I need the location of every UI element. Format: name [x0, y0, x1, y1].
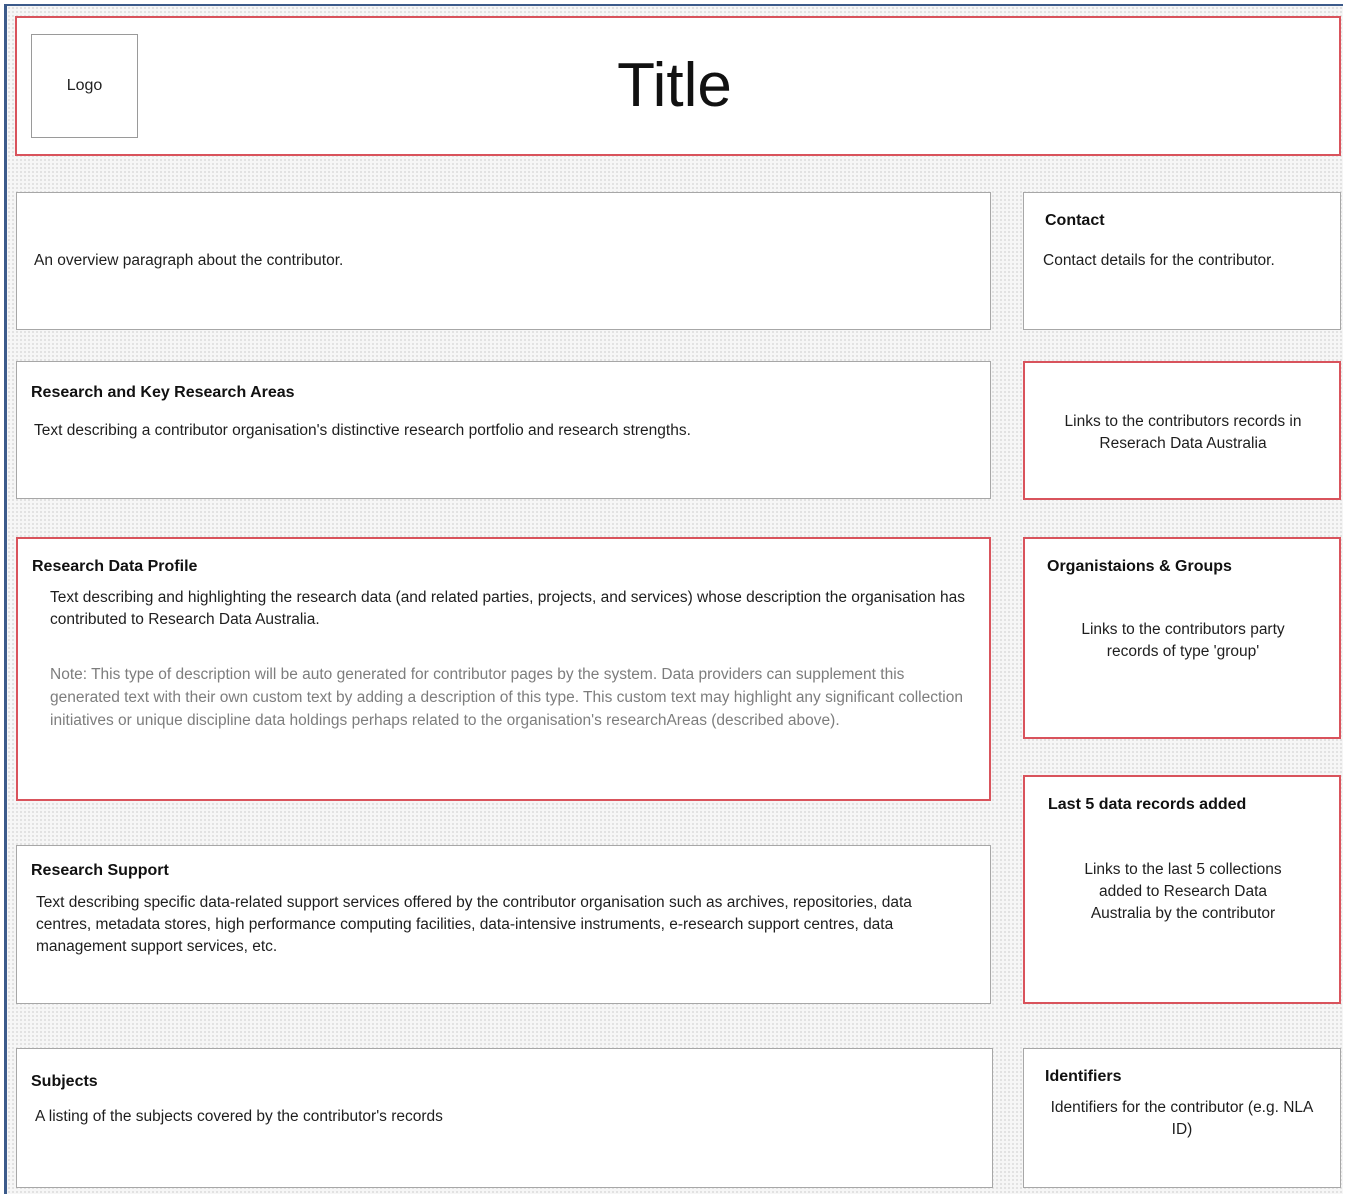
organisations-box: Organistaions & Groups Links to the cont… — [1023, 537, 1341, 739]
overview-box: An overview paragraph about the contribu… — [16, 192, 991, 330]
subjects-heading: Subjects — [31, 1073, 98, 1090]
organisations-heading: Organistaions & Groups — [1047, 558, 1232, 575]
data-profile-text: Text describing and highlighting the res… — [50, 589, 966, 628]
last-records-text: Links to the last 5 collections added to… — [1084, 861, 1282, 922]
page-title: Title — [617, 51, 732, 120]
identifiers-text: Identifiers for the contributor (e.g. NL… — [1050, 1099, 1314, 1138]
data-profile-note: Note: This type of description will be a… — [50, 666, 963, 729]
last-records-heading: Last 5 data records added — [1048, 796, 1247, 813]
research-support-box: Research Support Text describing specifi… — [16, 845, 991, 1004]
subjects-text: A listing of the subjects covered by the… — [35, 1108, 443, 1125]
research-support-text: Text describing specific data-related su… — [36, 894, 912, 955]
identifiers-heading: Identifiers — [1045, 1068, 1122, 1085]
rda-links-text: Links to the contributors records in Res… — [1064, 413, 1302, 452]
research-areas-heading: Research and Key Research Areas — [31, 384, 295, 401]
research-areas-text: Text describing a contributor organisati… — [34, 422, 691, 439]
data-profile-heading: Research Data Profile — [32, 558, 198, 575]
data-profile-box: Research Data Profile Text describing an… — [16, 537, 991, 801]
research-support-heading: Research Support — [31, 862, 169, 879]
overview-text: An overview paragraph about the contribu… — [34, 252, 344, 269]
contact-heading: Contact — [1045, 212, 1105, 229]
identifiers-box: Identifiers Identifiers for the contribu… — [1023, 1048, 1341, 1188]
rda-links-box: Links to the contributors records in Res… — [1023, 361, 1341, 500]
research-areas-box: Research and Key Research Areas Text des… — [16, 361, 991, 499]
organisations-text: Links to the contributors party records … — [1081, 621, 1285, 660]
last-records-box: Last 5 data records added Links to the l… — [1023, 775, 1341, 1004]
contact-box: Contact Contact details for the contribu… — [1023, 192, 1341, 330]
contact-text: Contact details for the contributor. — [1043, 252, 1275, 269]
subjects-box: Subjects A listing of the subjects cover… — [16, 1048, 993, 1188]
